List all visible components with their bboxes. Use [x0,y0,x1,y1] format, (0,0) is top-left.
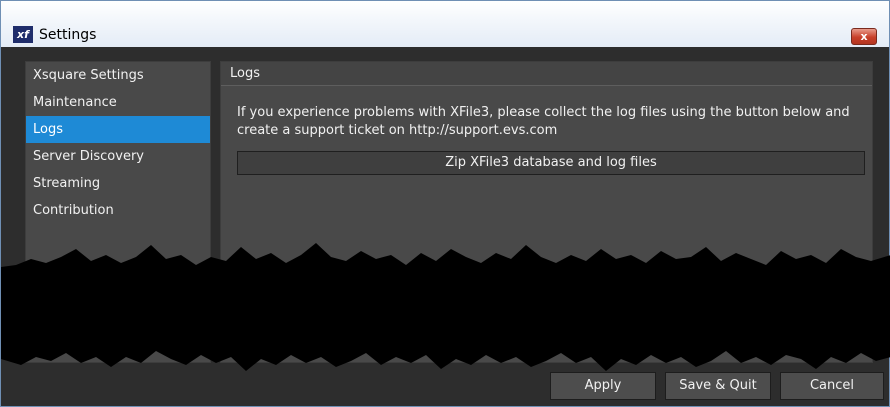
save-and-quit-button[interactable]: Save & Quit [665,372,771,400]
logs-description-line-2: create a support ticket on http://suppor… [237,123,558,138]
xfile-app-icon: xf [13,26,33,43]
dialog-body: Xsquare Settings Maintenance Logs Server… [1,47,890,406]
apply-button[interactable]: Apply [550,372,656,400]
sidebar-item-maintenance[interactable]: Maintenance [26,89,210,116]
cancel-button[interactable]: Cancel [780,372,884,400]
close-button[interactable]: x [851,28,877,45]
sidebar-item-contribution[interactable]: Contribution [26,197,210,224]
zip-logs-button[interactable]: Zip XFile3 database and log files [237,151,865,175]
sidebar-item-streaming[interactable]: Streaming [26,170,210,197]
logs-description-line-1: If you experience problems with XFile3, … [237,105,850,120]
sidebar-item-server-discovery[interactable]: Server Discovery [26,143,210,170]
window-title: Settings [39,27,97,43]
sidebar-item-xsquare-settings[interactable]: Xsquare Settings [26,62,210,89]
panel-title: Logs [221,62,872,86]
settings-window: xf Settings x Xsquare Settings Maintenan… [0,0,890,407]
logs-description: If you experience problems with XFile3, … [237,104,862,140]
title-bar: xf Settings x [1,1,889,47]
sidebar-item-logs[interactable]: Logs [26,116,210,143]
